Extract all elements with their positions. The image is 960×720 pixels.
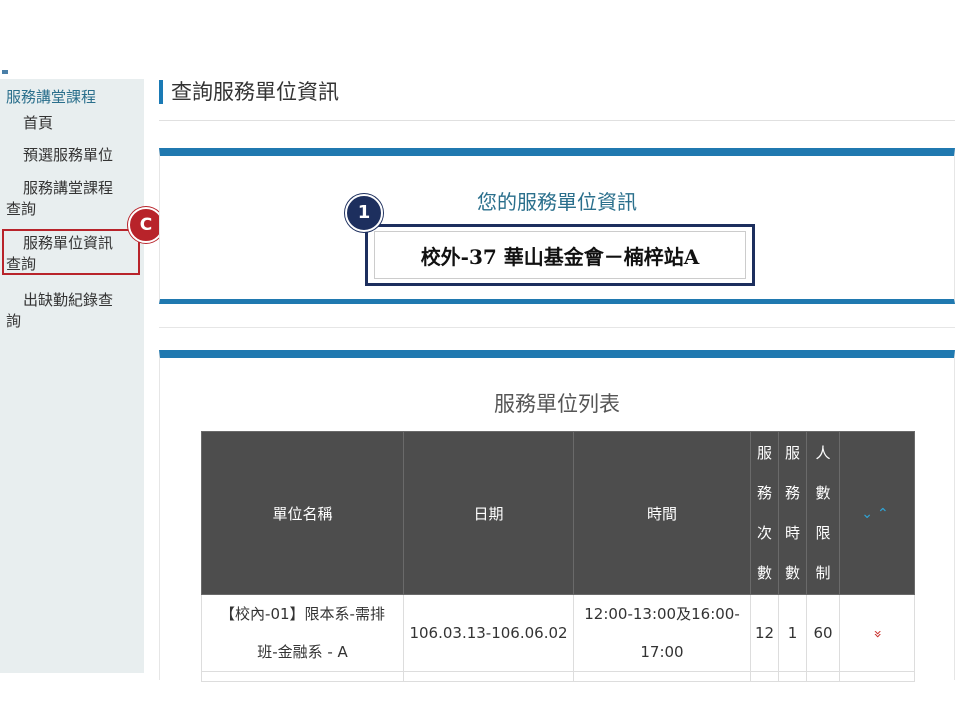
column-header-unit-name[interactable]: 單位名稱 — [201, 431, 404, 595]
sidebar-item-label: 首頁 — [23, 114, 54, 132]
annotation-badge-1: 1 — [345, 194, 383, 232]
cell-time: 12:00-13:00及16:00- 17:00 — [573, 594, 751, 672]
cell-service-hours: 1 — [778, 594, 807, 672]
table-row[interactable]: 【校內-01】限本系-需排 班-金融系 - A 106.03.13-106.06… — [201, 594, 915, 672]
cell-unit-name: 【校內-01】限本系-需排 班-金融系 - A — [201, 594, 404, 672]
cell-expand[interactable]: » — [839, 594, 915, 672]
title-divider — [159, 120, 955, 121]
sidebar-item-unit-info-query[interactable]: 服務單位資訊 查詢 — [6, 233, 136, 275]
column-header-time[interactable]: 時間 — [573, 431, 751, 595]
cell-date: 106.03.13-106.06.02 — [403, 594, 574, 672]
service-unit-info-panel: 您的服務單位資訊 校外-37 華山基金會－楠梓站A — [159, 148, 955, 304]
column-header-service-count[interactable]: 服 務 次 數 — [750, 431, 779, 595]
table-header-row: 單位名稱 日期 時間 服 務 次 數 服 務 時 數 人 數 限 制 ⌄⌃ — [201, 431, 915, 595]
sidebar-item-label: 服務單位資訊 — [23, 234, 114, 252]
sidebar-heading[interactable]: 服務講堂課程 — [6, 86, 96, 107]
sidebar-item-label: 詢 — [6, 312, 22, 330]
column-header-date[interactable]: 日期 — [403, 431, 574, 595]
table-row — [201, 671, 915, 682]
unit-name-value: 校外-37 華山基金會－楠梓站A — [374, 231, 746, 279]
sidebar-item-label: 出缺勤紀錄查 — [23, 291, 114, 309]
unit-name-highlight: 校外-37 華山基金會－楠梓站A — [365, 224, 755, 286]
expand-collapse-all-header[interactable]: ⌄⌃ — [839, 431, 915, 595]
sidebar-item-course-query[interactable]: 服務講堂課程 查詢 — [6, 178, 136, 220]
page-title: 查詢服務單位資訊 — [159, 80, 339, 104]
service-unit-list-panel: 服務單位列表 單位名稱 日期 時間 服 務 次 數 服 務 時 數 人 數 限 … — [159, 350, 955, 682]
column-header-service-hours[interactable]: 服 務 時 數 — [778, 431, 807, 595]
sidebar-item-attendance-query[interactable]: 出缺勤紀錄查 詢 — [6, 290, 136, 332]
sidebar-item-label: 查詢 — [6, 255, 37, 273]
sidebar-item-label: 預選服務單位 — [23, 146, 114, 164]
column-header-capacity-limit[interactable]: 人 數 限 制 — [806, 431, 840, 595]
service-unit-table: 單位名稱 日期 時間 服 務 次 數 服 務 時 數 人 數 限 制 ⌄⌃ 【校… — [201, 431, 915, 682]
expand-collapse-all-icon[interactable]: ⌄⌃ — [861, 506, 892, 522]
sidebar-item-label: 服務講堂課程 — [23, 179, 114, 197]
logo-fragment — [2, 70, 8, 74]
cell-capacity-limit: 60 — [806, 594, 840, 672]
sidebar-item-home[interactable]: 首頁 — [6, 113, 136, 134]
info-panel-title: 您的服務單位資訊 — [477, 190, 637, 214]
section-divider — [159, 327, 955, 328]
sidebar-item-label: 查詢 — [6, 200, 37, 218]
sidebar-item-preselect-unit[interactable]: 預選服務單位 — [6, 145, 136, 166]
cell-service-count: 12 — [750, 594, 779, 672]
chevron-double-down-icon[interactable]: » — [858, 629, 896, 638]
sidebar: 服務講堂課程 首頁 預選服務單位 服務講堂課程 查詢 服務單位資訊 查詢 出缺勤… — [0, 79, 144, 673]
list-panel-title: 服務單位列表 — [494, 392, 620, 416]
